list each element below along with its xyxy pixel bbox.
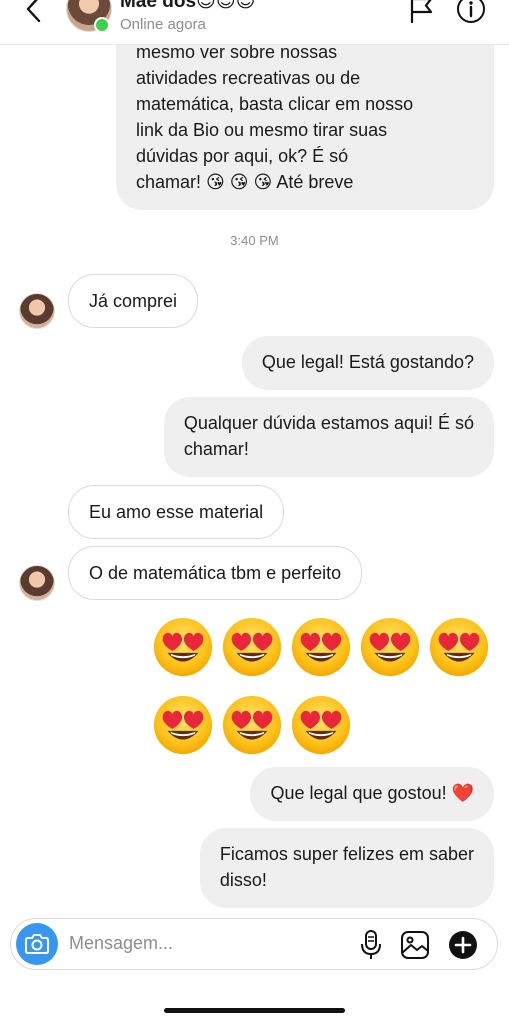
contact-status: Online agora: [120, 16, 206, 33]
message-text: O de matemática tbm e perfeito: [89, 563, 342, 583]
message-composer[interactable]: Mensagem...: [10, 918, 498, 970]
message-line: dúvidas por aqui, ok? É só: [136, 146, 349, 166]
camera-button[interactable]: [16, 923, 58, 965]
heart-eyes-emoji-icon: [428, 616, 490, 678]
message-text: Que legal que gostou! ❤️: [270, 783, 474, 803]
message-incoming[interactable]: O de matemática tbm e perfeito: [68, 546, 363, 600]
flag-icon[interactable]: [408, 0, 436, 26]
camera-icon: [25, 934, 49, 954]
message-line: Qualquer dúvida estamos aqui! É só: [183, 413, 474, 433]
image-icon[interactable]: [399, 929, 431, 961]
home-indicator[interactable]: [164, 1008, 345, 1013]
message-line: matemática, basta clicar em nosso: [136, 94, 414, 114]
message-text: Que legal! Está gostando?: [261, 352, 474, 372]
message-text: Já comprei: [89, 291, 178, 311]
info-icon[interactable]: [456, 0, 486, 24]
message-line: chamar!: [183, 439, 249, 459]
heart-eyes-emoji-icon: [359, 616, 421, 678]
message-line: Ficamos super felizes em saber: [219, 844, 474, 864]
microphone-icon[interactable]: [356, 929, 386, 961]
message-input[interactable]: Mensagem...: [69, 933, 173, 954]
message-incoming[interactable]: Eu amo esse material: [68, 485, 285, 539]
message-line: chamar! 😘 😘 😘 Até breve: [136, 172, 354, 192]
message-text: Eu amo esse material: [89, 502, 264, 522]
message-line: disso!: [219, 870, 267, 890]
heart-eyes-emoji-icon: [221, 616, 283, 678]
sender-avatar[interactable]: [19, 565, 55, 601]
message-line: atividades recreativas ou de: [136, 68, 361, 88]
heart-eyes-emoji-icon: [152, 694, 214, 756]
message-outgoing[interactable]: Qualquer dúvida estamos aqui! É só chama…: [163, 397, 494, 477]
heart-eyes-emoji-icon: [290, 616, 352, 678]
message-incoming[interactable]: Já comprei: [68, 274, 199, 328]
message-line: link da Bio ou mesmo tirar suas: [136, 120, 388, 140]
heart-eyes-emoji-icon: [152, 616, 214, 678]
message-outgoing[interactable]: Que legal! Está gostando?: [241, 336, 494, 390]
heart-eyes-emoji-icon: [290, 694, 352, 756]
contact-name[interactable]: Mãe dos😊😊😊: [120, 0, 255, 13]
heart-eyes-emoji-icon: [221, 694, 283, 756]
plus-circle-icon[interactable]: [447, 929, 479, 961]
chat-header: Mãe dos😊😊😊 Online agora: [0, 0, 509, 45]
message-outgoing[interactable]: Ficamos super felizes em saber disso!: [199, 828, 494, 908]
sender-avatar[interactable]: [19, 293, 55, 329]
back-chevron-icon[interactable]: [22, 0, 46, 24]
message-timestamp: 3:40 PM: [230, 233, 279, 248]
message-outgoing[interactable]: Que legal que gostou! ❤️: [250, 767, 494, 821]
online-indicator: [94, 17, 110, 33]
